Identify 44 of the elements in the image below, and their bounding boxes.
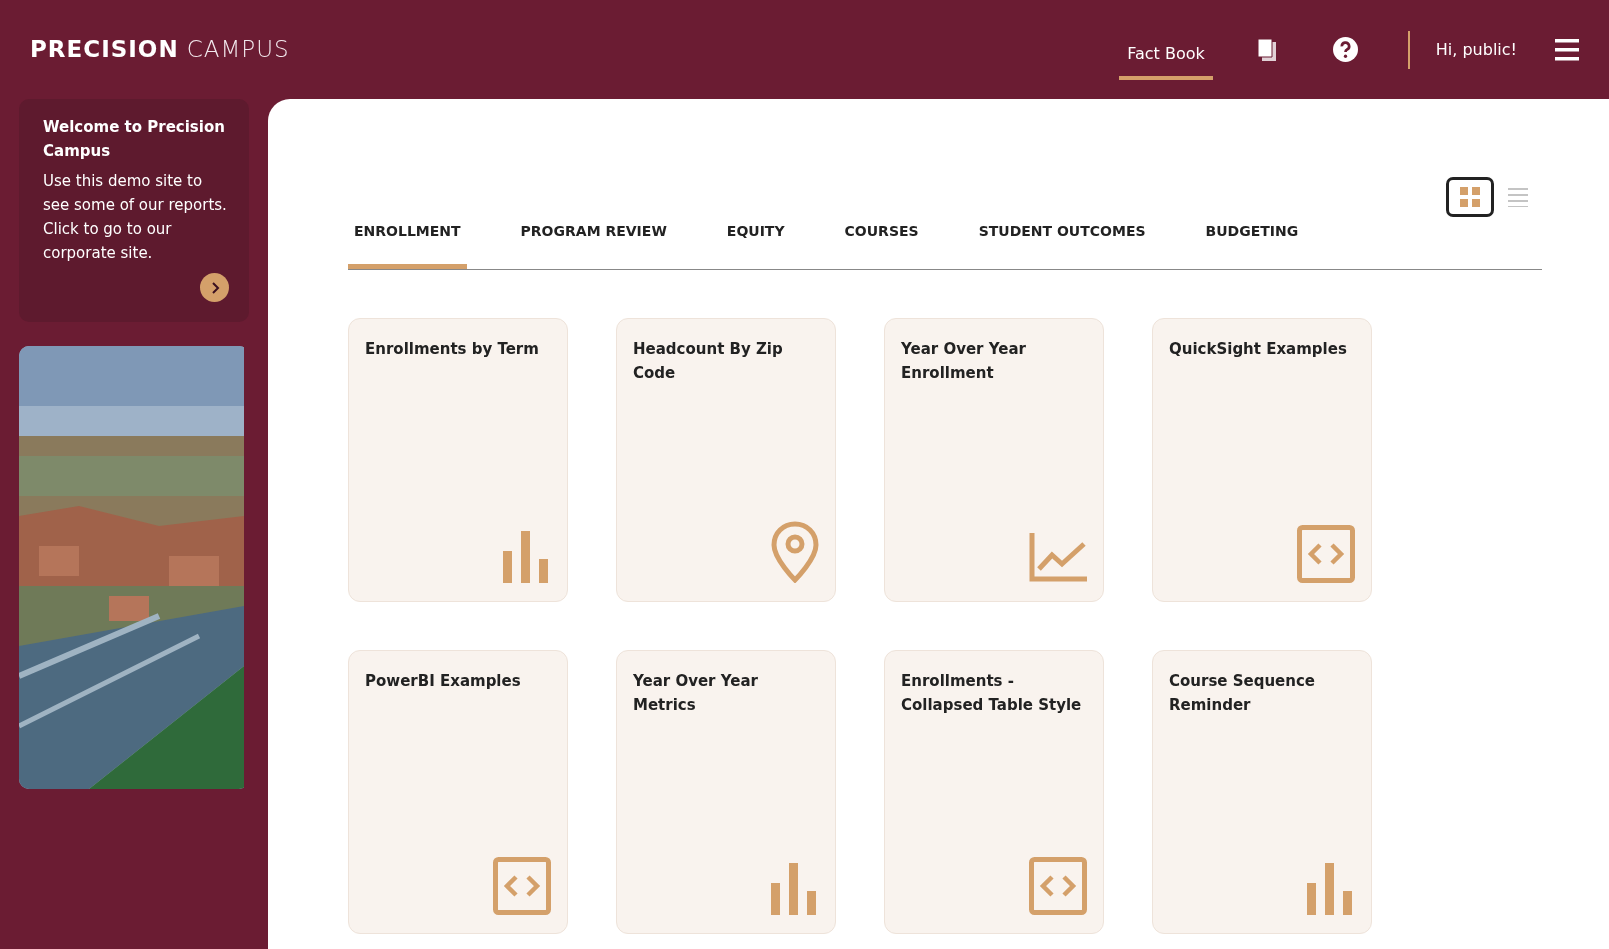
report-card[interactable]: Enrollments by Term [348, 318, 568, 602]
report-card[interactable]: Year Over Year Enrollment [884, 318, 1104, 602]
card-title: Year Over Year Enrollment [901, 339, 1027, 384]
documents-icon[interactable] [1256, 37, 1277, 62]
next-button[interactable] [200, 273, 229, 302]
bar-chart-icon [503, 531, 551, 583]
logo-text: CAMPUS [186, 35, 290, 65]
tab[interactable]: STUDENT OUTCOMES [972, 221, 1152, 269]
card-title: QuickSight Examples [1169, 339, 1348, 360]
code-icon [493, 857, 551, 915]
report-card[interactable]: PowerBI Examples [348, 650, 568, 934]
card-title: PowerBI Examples [365, 671, 522, 692]
tab[interactable]: PROGRAM REVIEW [514, 221, 673, 269]
report-card[interactable]: Course Sequence Reminder [1152, 650, 1372, 934]
tab[interactable]: EQUITY [720, 221, 791, 269]
report-card[interactable]: Enrollments - Collapsed Table Style [884, 650, 1104, 934]
menu-icon[interactable] [1555, 38, 1579, 61]
grid-view-button[interactable] [1446, 177, 1494, 217]
welcome-text: Use this demo site to see some of our reports. Click to go to our corporate site. [43, 171, 228, 264]
chevron-right-icon [209, 281, 220, 294]
tab[interactable]: ENROLLMENT [348, 221, 467, 269]
help-icon[interactable] [1332, 37, 1358, 62]
nav-link[interactable]: Fact Book [1119, 33, 1213, 80]
grid-icon [1460, 187, 1480, 207]
bar-chart-icon [1307, 863, 1355, 915]
card-title: Enrollments - Collapsed Table Style [901, 671, 1083, 716]
tab[interactable]: COURSES [838, 221, 925, 269]
card-title: Course Sequence Reminder [1169, 671, 1317, 716]
greeting-text: Hi, public! [1435, 38, 1517, 61]
bar-chart-icon [771, 863, 819, 915]
code-icon [1297, 525, 1355, 583]
logo-text: PRECISION [30, 35, 179, 65]
line-chart-icon [1029, 533, 1087, 583]
report-card[interactable]: Headcount By Zip Code [616, 318, 836, 602]
welcome-title: Welcome to Precision Campus [43, 117, 226, 162]
code-icon [1029, 857, 1087, 915]
tab[interactable]: BUDGETING [1199, 221, 1305, 269]
card-title: Year Over Year Metrics [633, 671, 759, 716]
report-card[interactable]: QuickSight Examples [1152, 318, 1372, 602]
map-pin-icon [771, 521, 819, 583]
report-card[interactable]: Year Over Year Metrics [616, 650, 836, 934]
card-title: Enrollments by Term [365, 339, 540, 360]
card-title: Headcount By Zip Code [633, 339, 784, 384]
list-icon [1508, 187, 1528, 207]
